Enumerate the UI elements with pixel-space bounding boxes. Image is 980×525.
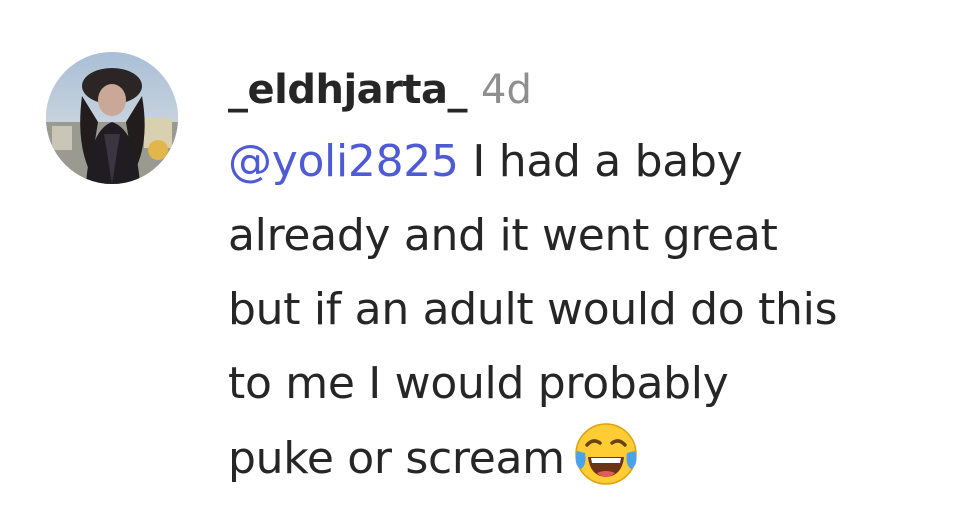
comment-item: _eldhjarta_ 4d @yoli2825 I had a baby alr…	[0, 0, 980, 525]
comment-text-line-2: already and it went great	[228, 210, 778, 261]
timestamp[interactable]: 4d	[481, 60, 532, 120]
comment-text-line-1: I had a baby	[458, 136, 743, 187]
comment-text-line-4: to me I would probably	[228, 358, 729, 409]
avatar-image	[46, 52, 178, 184]
comment-text-line-5: puke or scream	[228, 433, 565, 484]
face-with-tears-of-joy-icon	[573, 421, 639, 487]
comment-text-line-3: but if an adult would do this	[228, 284, 838, 335]
comment-text: @yoli2825 I had a baby already and it wen…	[228, 125, 968, 496]
comment-header: _eldhjarta_ 4d	[228, 60, 968, 120]
username-link[interactable]: _eldhjarta_	[228, 60, 468, 120]
mention-link[interactable]: @yoli2825	[228, 136, 459, 187]
comment-body: _eldhjarta_ 4d @yoli2825 I had a baby alr…	[228, 60, 968, 496]
avatar[interactable]	[46, 52, 178, 184]
